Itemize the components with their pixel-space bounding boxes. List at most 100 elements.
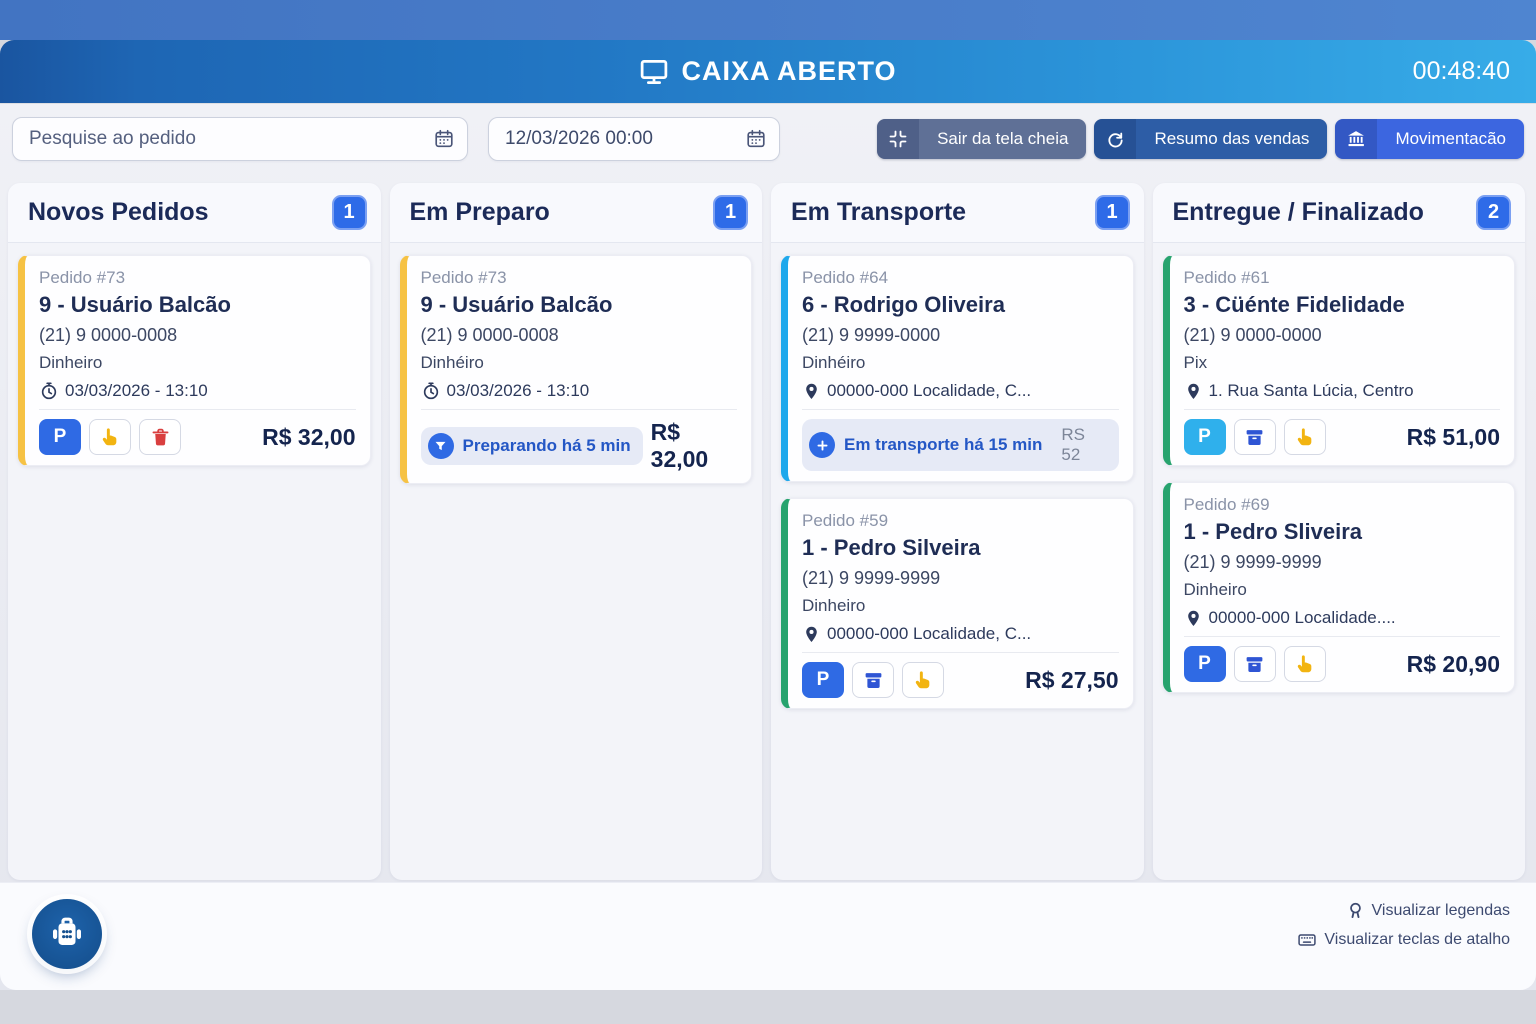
kanban-board: Novos Pedidos 1 Pedido #73 9 - Usuário B… <box>0 175 1536 882</box>
map-pin-icon <box>802 625 821 644</box>
order-number: Pedido #69 <box>1184 495 1501 515</box>
medal-icon <box>1346 901 1365 920</box>
print-icon: P <box>1198 653 1211 675</box>
receipt-button[interactable] <box>1234 419 1276 455</box>
customer-name: 1 - Pedro Silveira <box>802 535 1119 561</box>
hand-pointer-icon <box>99 426 121 448</box>
session-clock: 00:48:40 <box>1413 40 1510 103</box>
print-button[interactable]: P <box>1184 646 1226 682</box>
sync-icon <box>1094 119 1136 159</box>
count-badge: 1 <box>713 195 748 230</box>
customer-phone: (21) 9 0000-0000 <box>1184 325 1501 346</box>
map-pin-icon <box>1184 609 1203 628</box>
customer-name: 1 - Pedro Sliveira <box>1184 519 1501 545</box>
print-icon: P <box>1198 426 1211 448</box>
archive-icon <box>1244 654 1265 675</box>
customer-name: 9 - Usuário Balcão <box>39 292 356 318</box>
order-number: Pedido #64 <box>802 268 1119 288</box>
receipt-button[interactable] <box>852 662 894 698</box>
receipt-button[interactable] <box>1234 646 1276 682</box>
column-header: Em Transporte 1 <box>771 183 1144 243</box>
advance-order-button[interactable] <box>1284 646 1326 682</box>
delivery-address: 00000-000 Localidade, C... <box>827 381 1031 401</box>
divider <box>421 409 738 410</box>
order-total: R$ 32,00 <box>262 424 355 451</box>
view-shortcuts-link[interactable]: Visualizar teclas de atalho <box>1297 930 1510 950</box>
order-card[interactable]: Pedido #73 9 - Usuário Balcão (21) 9 000… <box>400 255 753 484</box>
payment-method: Pix <box>1184 353 1501 373</box>
order-number: Pedido #59 <box>802 511 1119 531</box>
delete-order-button[interactable] <box>139 419 181 455</box>
status-badge: Preparando há 5 min <box>421 427 643 465</box>
archive-icon <box>1244 427 1265 448</box>
order-card[interactable]: Pedido #73 9 - Usuário Balcão (21) 9 000… <box>18 255 371 466</box>
order-datetime: 03/03/2026 - 13:10 <box>447 381 590 401</box>
payment-method: Dinhéiro <box>802 353 1119 373</box>
advance-order-button[interactable] <box>1284 419 1326 455</box>
order-card[interactable]: Pedido #69 1 - Pedro Sliveira (21) 9 999… <box>1163 482 1516 693</box>
cash-movement-button[interactable]: Movimentacão <box>1335 119 1524 159</box>
assistant-bot-button[interactable] <box>32 899 102 969</box>
date-input[interactable] <box>489 118 779 160</box>
view-legends-link[interactable]: Visualizar legendas <box>1346 901 1510 920</box>
keyboard-icon <box>1297 930 1317 950</box>
order-total: R$ 20,90 <box>1407 651 1500 678</box>
column-em-transporte: Em Transporte 1 Pedido #64 6 - Rodrigo O… <box>771 183 1144 880</box>
customer-phone: (21) 9 9999-9999 <box>1184 552 1501 573</box>
order-total: R$ 27,50 <box>1025 667 1118 694</box>
date-filter-field[interactable] <box>488 117 780 161</box>
customer-phone: (21) 9 9999-9999 <box>802 568 1119 589</box>
archive-icon <box>863 670 884 691</box>
customer-name: 6 - Rodrigo Oliveira <box>802 292 1119 318</box>
column-header: Em Preparo 1 <box>390 183 763 243</box>
order-card[interactable]: Pedido #59 1 - Pedro Silveira (21) 9 999… <box>781 498 1134 709</box>
order-datetime: 03/03/2026 - 13:10 <box>65 381 208 401</box>
sales-summary-button[interactable]: Resumo das vendas <box>1094 119 1327 159</box>
clock-icon <box>39 381 59 401</box>
order-card[interactable]: Pedido #61 3 - Cüénte Fidelidade (21) 9 … <box>1163 255 1516 466</box>
column-body: Pedido #61 3 - Cüénte Fidelidade (21) 9 … <box>1153 243 1526 880</box>
calendar-icon[interactable] <box>433 128 455 150</box>
top-strip <box>0 0 1536 40</box>
print-button[interactable]: P <box>1184 419 1226 455</box>
bottom-strip <box>0 990 1536 1024</box>
status-extra: RS 52 <box>1061 425 1106 465</box>
calendar-icon[interactable] <box>745 128 767 150</box>
monitor-icon <box>639 57 669 87</box>
robot-icon <box>47 914 87 954</box>
advance-order-button[interactable] <box>902 662 944 698</box>
column-title: Em Preparo <box>410 198 550 227</box>
print-button[interactable]: P <box>39 419 81 455</box>
order-total: R$ 32,00 <box>651 419 737 473</box>
order-card[interactable]: Pedido #64 6 - Rodrigo Oliveira (21) 9 9… <box>781 255 1134 482</box>
titlebar: CAIXA ABERTO 00:48:40 <box>0 40 1536 103</box>
customer-phone: (21) 9 0000-0008 <box>421 325 738 346</box>
column-body: Pedido #73 9 - Usuário Balcão (21) 9 000… <box>8 243 381 880</box>
divider <box>1184 409 1501 410</box>
column-header: Novos Pedidos 1 <box>8 183 381 243</box>
hand-pointer-icon <box>912 669 934 691</box>
advance-order-button[interactable] <box>89 419 131 455</box>
count-badge: 2 <box>1476 195 1511 230</box>
search-input[interactable] <box>13 118 467 160</box>
order-number: Pedido #61 <box>1184 268 1501 288</box>
divider <box>802 409 1119 410</box>
divider <box>1184 636 1501 637</box>
delivery-address: 1. Rua Santa Lúcia, Centro <box>1209 381 1414 401</box>
count-badge: 1 <box>1095 195 1130 230</box>
exit-fullscreen-button[interactable]: Sair da tela cheia <box>877 119 1086 159</box>
print-icon: P <box>54 426 67 448</box>
main-panel: Sair da tela cheia Resumo das vendas Mov… <box>0 103 1536 990</box>
delivery-address: 00000-000 Localidade, C... <box>827 624 1031 644</box>
hand-pointer-icon <box>1294 653 1316 675</box>
order-search-field[interactable] <box>12 117 468 161</box>
order-total: R$ 51,00 <box>1407 424 1500 451</box>
trash-icon <box>150 427 171 448</box>
column-novos-pedidos: Novos Pedidos 1 Pedido #73 9 - Usuário B… <box>8 183 381 880</box>
print-button[interactable]: P <box>802 662 844 698</box>
divider <box>802 652 1119 653</box>
customer-name: 3 - Cüénte Fidelidade <box>1184 292 1501 318</box>
payment-method: Dinhéiro <box>421 353 738 373</box>
delivery-address: 00000-000 Localidade.... <box>1209 608 1396 628</box>
page-title: CAIXA ABERTO <box>681 56 896 87</box>
